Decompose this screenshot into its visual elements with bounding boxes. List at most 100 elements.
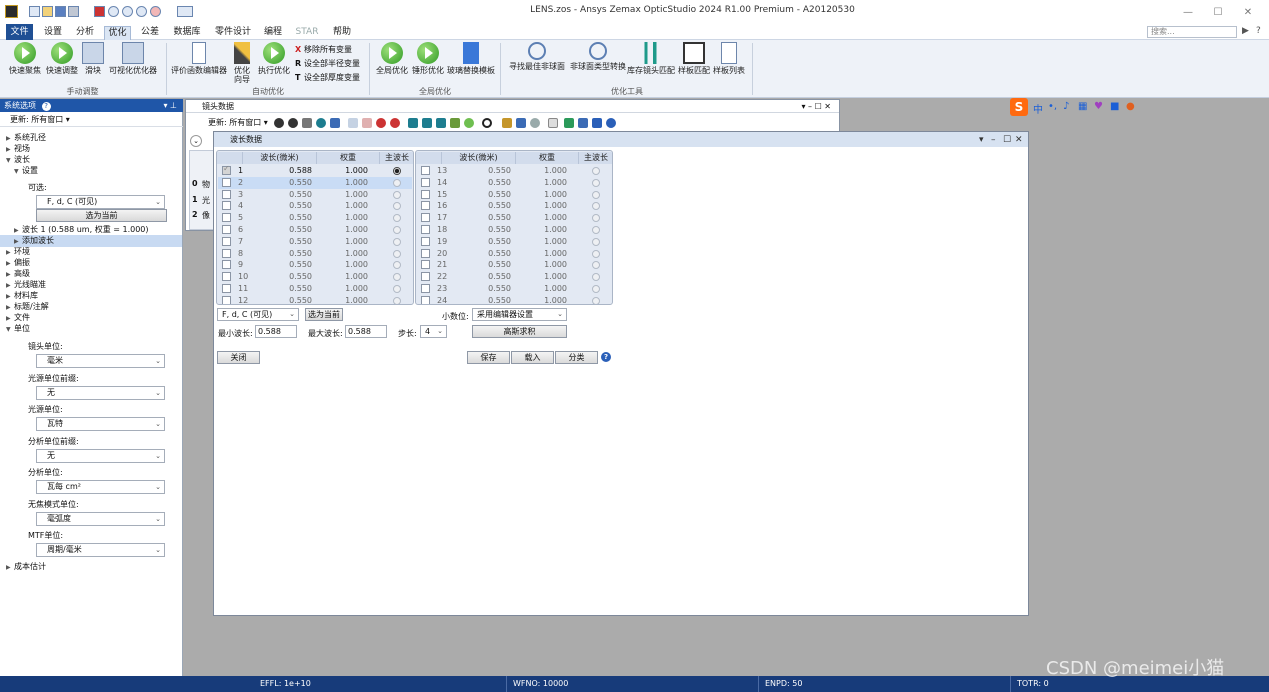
- wavelength-enable-checkbox[interactable]: [222, 260, 231, 270]
- primary-wavelength-radio[interactable]: [393, 167, 401, 175]
- wavelength-enable-checkbox[interactable]: [222, 201, 231, 211]
- primary-wavelength-radio[interactable]: [393, 237, 401, 246]
- toolbar-tool-icon[interactable]: [376, 118, 386, 128]
- primary-wavelength-radio[interactable]: [393, 190, 401, 199]
- test-plate-list-button[interactable]: 样板列表: [712, 42, 746, 75]
- weight-value-cell[interactable]: 1.000: [318, 212, 368, 224]
- afocal-units-dropdown[interactable]: 毫弧度 ⌄: [36, 512, 165, 526]
- toolbar-tool-icon[interactable]: [302, 118, 312, 128]
- toolbar-tool-icon[interactable]: [482, 118, 492, 128]
- wavelength-value-cell[interactable]: 0.550: [445, 189, 511, 201]
- primary-wavelength-radio[interactable]: [592, 167, 600, 175]
- wavelength-enable-checkbox[interactable]: [421, 284, 430, 293]
- toolbar-tool-icon[interactable]: [592, 118, 602, 128]
- lens-data-update-dropdown[interactable]: 更新: 所有窗口 ▾: [208, 118, 268, 127]
- weight-value-cell[interactable]: 1.000: [318, 200, 368, 212]
- wavelength-row[interactable]: 10 0.550 1.000: [218, 271, 412, 283]
- convert-asphere-type-button[interactable]: 非球面类型转换: [568, 42, 628, 71]
- max-wavelength-input[interactable]: 0.588: [345, 325, 387, 338]
- primary-wavelength-radio[interactable]: [592, 237, 600, 246]
- chinese-mode-icon[interactable]: 中: [1033, 101, 1043, 116]
- wavelength-enable-checkbox[interactable]: [421, 236, 430, 246]
- wavelength-value-cell[interactable]: 0.550: [445, 283, 511, 295]
- wavelength-enable-checkbox[interactable]: [421, 201, 430, 211]
- update-all-windows-dropdown[interactable]: 更新: 所有窗口 ▾: [0, 113, 183, 127]
- wavelength-value-cell[interactable]: 0.588: [246, 165, 312, 177]
- wavelength-row[interactable]: 20 0.550 1.000: [417, 248, 611, 260]
- wavelength-row[interactable]: 4 0.550 1.000: [218, 200, 412, 212]
- weight-value-cell[interactable]: 1.000: [318, 177, 368, 189]
- wavelength-row[interactable]: 21 0.550 1.000: [417, 259, 611, 271]
- wavelength-row[interactable]: 8 0.550 1.000: [218, 248, 412, 260]
- help-icon[interactable]: ?: [601, 352, 611, 362]
- wavelength-value-cell[interactable]: 0.550: [246, 283, 312, 295]
- wavelength-value-cell[interactable]: 0.550: [246, 295, 312, 304]
- weight-value-cell[interactable]: 1.000: [517, 248, 567, 260]
- lens-units-dropdown[interactable]: 毫米 ⌄: [36, 354, 165, 368]
- toolbar-tool-icon[interactable]: [436, 118, 446, 128]
- tab-analyze[interactable]: 分析: [72, 26, 98, 40]
- tab-star[interactable]: STAR: [292, 26, 322, 40]
- analysis-units-dropdown[interactable]: 瓦每 cm² ⌄: [36, 480, 165, 494]
- weight-value-cell[interactable]: 1.000: [517, 283, 567, 295]
- tab-programming[interactable]: 编程: [260, 26, 286, 40]
- global-optimization-button[interactable]: 全局优化: [375, 42, 409, 75]
- wavelength-value-cell[interactable]: 0.550: [445, 212, 511, 224]
- wavelength-enable-checkbox[interactable]: [421, 166, 430, 175]
- wavelength-enable-checkbox[interactable]: [421, 177, 430, 187]
- wavelength-enable-checkbox[interactable]: [222, 272, 231, 282]
- wavelength-value-cell[interactable]: 0.550: [445, 200, 511, 212]
- execute-optimization-button[interactable]: 执行优化: [256, 42, 292, 75]
- toolbar-tool-icon[interactable]: [516, 118, 526, 128]
- wavelength-row[interactable]: 11 0.550 1.000: [218, 283, 412, 295]
- help-search-icon[interactable]: ?: [1256, 26, 1261, 36]
- wavelength-enable-checkbox[interactable]: [421, 213, 430, 223]
- ime-settings-icon[interactable]: ●: [1126, 101, 1135, 112]
- toolbar-tool-icon[interactable]: [362, 118, 372, 128]
- wavelength-enable-checkbox[interactable]: [421, 189, 430, 199]
- primary-wavelength-radio[interactable]: [393, 285, 401, 293]
- wavelength-enable-checkbox[interactable]: [421, 295, 430, 304]
- wavelength-enable-checkbox[interactable]: [222, 213, 231, 223]
- wave-preset-dropdown[interactable]: F, d, C (可见) ⌄: [36, 195, 165, 209]
- wavelength-row[interactable]: 15 0.550 1.000: [417, 189, 611, 201]
- merit-function-editor-button[interactable]: 评价函数编辑器: [170, 42, 228, 75]
- quick-focus-button[interactable]: 快速聚焦: [7, 42, 43, 75]
- dialog-maximize-icon[interactable]: ☐: [1003, 133, 1011, 148]
- quick-adjust-button[interactable]: 快速调整: [44, 42, 80, 75]
- wavelength-row[interactable]: 3 0.550 1.000: [218, 189, 412, 201]
- primary-wavelength-radio[interactable]: [592, 202, 600, 211]
- select-preset-button[interactable]: 选为当前: [36, 209, 167, 222]
- weight-value-cell[interactable]: 1.000: [318, 271, 368, 283]
- primary-wavelength-radio[interactable]: [393, 249, 401, 258]
- primary-wavelength-radio[interactable]: [592, 190, 600, 199]
- wavelength-enable-checkbox[interactable]: [222, 295, 231, 304]
- primary-wavelength-radio[interactable]: [393, 214, 401, 223]
- mtf-units-dropdown[interactable]: 周期/毫米 ⌄: [36, 543, 165, 557]
- toolbar-tool-icon[interactable]: [330, 118, 340, 128]
- sogou-ime-icon[interactable]: S: [1010, 98, 1028, 116]
- toolbar-tool-icon[interactable]: [288, 118, 298, 128]
- toolbar-tool-icon[interactable]: [564, 118, 574, 128]
- tab-optimize[interactable]: 优化: [104, 26, 131, 40]
- primary-wavelength-radio[interactable]: [592, 214, 600, 223]
- toolbar-tool-icon[interactable]: [578, 118, 588, 128]
- weight-value-cell[interactable]: 1.000: [318, 224, 368, 236]
- wavelength-row[interactable]: 6 0.550 1.000: [218, 224, 412, 236]
- wavelength-row[interactable]: 9 0.550 1.000: [218, 259, 412, 271]
- wavelength-value-cell[interactable]: 0.550: [445, 271, 511, 283]
- tab-help[interactable]: 帮助: [329, 26, 355, 40]
- wavelength-value-cell[interactable]: 0.550: [246, 200, 312, 212]
- primary-wavelength-radio[interactable]: [592, 178, 600, 187]
- wavelength-value-cell[interactable]: 0.550: [246, 259, 312, 271]
- primary-wavelength-radio[interactable]: [592, 226, 600, 234]
- source-prefix-dropdown[interactable]: 无 ⌄: [36, 386, 165, 400]
- wavelength-row[interactable]: 13 0.550 1.000: [417, 165, 611, 177]
- primary-wavelength-radio[interactable]: [592, 273, 600, 282]
- weight-value-cell[interactable]: 1.000: [318, 259, 368, 271]
- slider-button[interactable]: 滑块: [82, 42, 104, 75]
- microphone-icon[interactable]: ♪: [1063, 101, 1069, 112]
- glass-substitution-button[interactable]: 玻璃替换模板: [447, 42, 495, 75]
- test-plate-fit-button[interactable]: 样板匹配: [677, 42, 711, 75]
- surface-panel-toggle[interactable]: ⌄: [190, 135, 202, 147]
